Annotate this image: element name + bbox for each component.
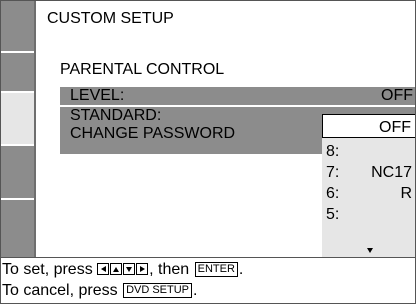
option-number: 7: bbox=[326, 164, 340, 181]
help-cancel-suffix: . bbox=[193, 282, 198, 299]
setting-label-change-password[interactable]: CHANGE PASSWORD bbox=[70, 125, 235, 143]
help-set-suffix: . bbox=[238, 261, 244, 278]
left-arrow-key-icon bbox=[97, 263, 110, 275]
help-cancel-prefix: To cancel, press bbox=[2, 282, 118, 299]
option-number: 6: bbox=[326, 185, 340, 202]
help-set-mid: , then bbox=[149, 261, 190, 278]
page-title: CUSTOM SETUP bbox=[47, 10, 174, 27]
level-dropdown[interactable]: OFF 8: 7: NC17 6: R 5: bbox=[322, 114, 416, 257]
dropdown-option[interactable]: 5: bbox=[322, 206, 416, 225]
dropdown-option[interactable]: 8: bbox=[322, 143, 416, 162]
side-tab-1[interactable] bbox=[0, 0, 34, 53]
dropdown-selected-option[interactable]: OFF bbox=[322, 114, 416, 138]
dvd-setup-key-icon: DVD SETUP bbox=[123, 283, 193, 298]
dropdown-selected-value: OFF bbox=[379, 119, 411, 136]
sidebar-divider bbox=[34, 0, 36, 257]
side-tab-bar bbox=[0, 0, 34, 257]
setting-row-level[interactable]: LEVEL: OFF bbox=[60, 87, 416, 105]
up-arrow-key-icon bbox=[110, 263, 123, 275]
right-arrow-key-icon bbox=[136, 263, 149, 275]
setting-value-level: OFF bbox=[381, 87, 413, 104]
option-rating: NC17 bbox=[371, 164, 412, 181]
down-arrow-key-icon bbox=[123, 263, 136, 275]
dropdown-option[interactable]: 7: NC17 bbox=[322, 164, 416, 183]
help-bar: To set, press , then ENTER. To cancel, p… bbox=[0, 259, 416, 304]
side-tab-2[interactable] bbox=[0, 53, 34, 93]
option-rating: R bbox=[400, 185, 412, 202]
help-set-prefix: To set, press bbox=[2, 261, 93, 278]
section-title: PARENTAL CONTROL bbox=[60, 61, 225, 78]
side-tab-4[interactable] bbox=[0, 146, 34, 200]
option-number: 8: bbox=[326, 143, 340, 160]
help-divider bbox=[0, 257, 416, 258]
dropdown-option[interactable]: 6: R bbox=[322, 185, 416, 204]
scroll-down-arrow-icon[interactable] bbox=[367, 248, 373, 253]
enter-key-icon: ENTER bbox=[194, 262, 238, 277]
side-tab-custom-setup[interactable] bbox=[0, 93, 34, 146]
side-tab-5[interactable] bbox=[0, 200, 34, 257]
setting-label-level: LEVEL: bbox=[70, 87, 125, 104]
setting-label-standard: STANDARD: bbox=[70, 107, 162, 124]
help-line-set: To set, press , then ENTER. bbox=[2, 261, 243, 279]
help-line-cancel: To cancel, press DVD SETUP. bbox=[2, 282, 197, 300]
option-number: 5: bbox=[326, 206, 340, 223]
